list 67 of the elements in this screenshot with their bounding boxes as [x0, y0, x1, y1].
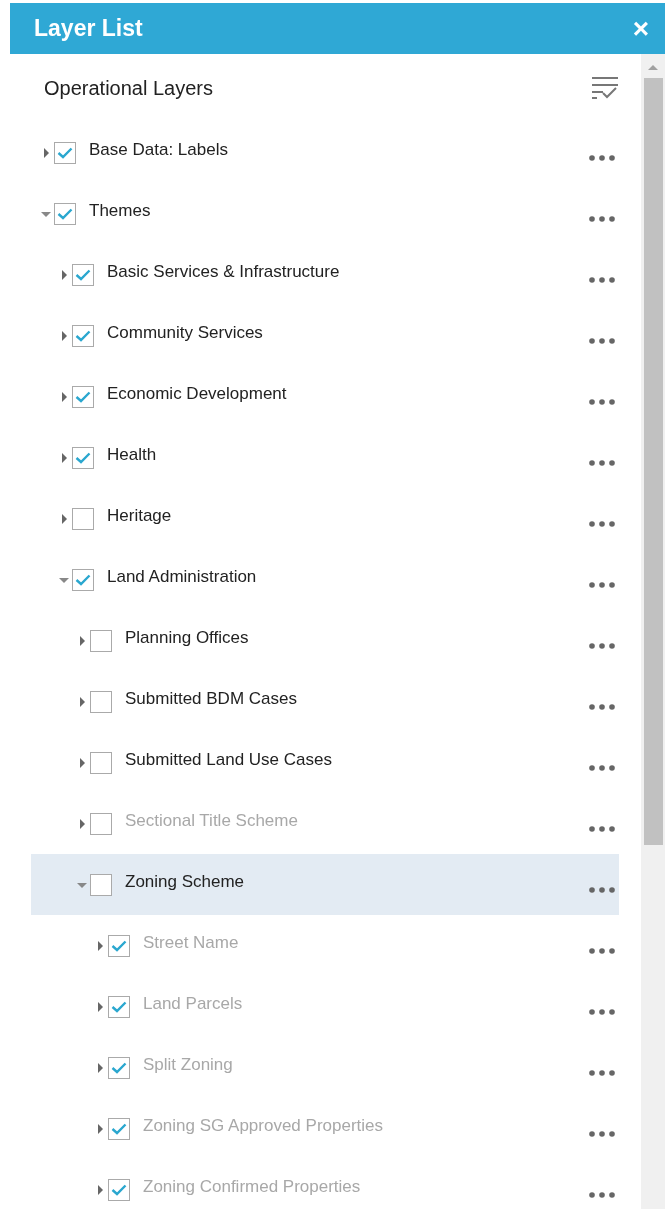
- layer-row[interactable]: Zoning Scheme: [31, 854, 619, 915]
- layer-checkbox[interactable]: [54, 202, 76, 225]
- expand-caret-icon[interactable]: [77, 757, 87, 768]
- layer-row[interactable]: Submitted Land Use Cases: [31, 732, 619, 793]
- layer-row[interactable]: Themes: [31, 183, 619, 244]
- layer-checkbox[interactable]: [72, 324, 94, 347]
- layer-name: Planning Offices: [125, 627, 249, 648]
- scrollbar-drawing[interactable]: [641, 54, 665, 1209]
- more-options-icon[interactable]: [589, 642, 615, 649]
- more-options-icon[interactable]: [589, 154, 615, 161]
- layer-name: Economic Development: [107, 383, 287, 404]
- layer-checkbox[interactable]: [90, 690, 112, 713]
- more-options-icon[interactable]: [589, 276, 615, 283]
- layer-checkbox[interactable]: [90, 629, 112, 652]
- layer-name: Split Zoning: [143, 1054, 233, 1075]
- layer-name: Submitted BDM Cases: [125, 688, 297, 709]
- more-options-icon[interactable]: [589, 581, 615, 588]
- layer-checkbox[interactable]: [72, 385, 94, 408]
- expand-caret-icon[interactable]: [77, 696, 87, 707]
- layer-name: Submitted Land Use Cases: [125, 749, 332, 770]
- section-heading: Operational Layers: [44, 76, 213, 100]
- more-options-icon[interactable]: [589, 886, 615, 893]
- filter-list-icon[interactable]: [591, 76, 619, 100]
- layer-name: Basic Services & Infrastructure: [107, 261, 340, 282]
- layer-row[interactable]: Economic Development: [31, 366, 619, 427]
- more-options-icon[interactable]: [589, 215, 615, 222]
- layer-name: Community Services: [107, 322, 263, 343]
- layer-name: Sectional Title Scheme: [125, 810, 298, 831]
- more-options-icon[interactable]: [589, 703, 615, 710]
- layer-row[interactable]: Submitted BDM Cases: [31, 671, 619, 732]
- expand-caret-icon[interactable]: [59, 513, 69, 524]
- layer-name: Zoning Scheme: [125, 871, 245, 892]
- layer-row[interactable]: Basic Services & Infrastructure: [31, 244, 619, 305]
- layer-name: Health: [107, 444, 157, 465]
- layer-name: Heritage: [107, 505, 172, 526]
- more-options-icon[interactable]: [589, 459, 615, 466]
- expand-caret-icon[interactable]: [59, 391, 69, 402]
- layer-name: Street Name: [143, 932, 239, 953]
- layer-name: Land Administration: [107, 566, 257, 587]
- layer-row[interactable]: Land Administration: [31, 549, 619, 610]
- more-options-icon[interactable]: [589, 520, 615, 527]
- layer-checkbox[interactable]: [90, 751, 112, 774]
- layer-row[interactable]: Base Data: Labels: [31, 122, 619, 183]
- more-options-icon[interactable]: [589, 764, 615, 771]
- layer-name: Land Parcels: [143, 993, 243, 1014]
- more-options-icon[interactable]: [589, 337, 615, 344]
- layer-name: Zoning SG Approved Properties: [143, 1115, 384, 1136]
- layer-row[interactable]: Heritage: [31, 488, 619, 549]
- expand-caret-icon[interactable]: [77, 635, 87, 646]
- expand-caret-icon[interactable]: [59, 330, 69, 341]
- layer-name: Base Data: Labels: [89, 139, 228, 160]
- layer-checkbox[interactable]: [72, 568, 94, 591]
- layer-row[interactable]: Community Services: [31, 305, 619, 366]
- expand-caret-icon[interactable]: [59, 452, 69, 463]
- layer-checkbox[interactable]: [72, 446, 94, 469]
- layer-checkbox[interactable]: [90, 873, 112, 896]
- layer-row[interactable]: Planning Offices: [31, 610, 619, 671]
- more-options-icon[interactable]: [589, 398, 615, 405]
- expand-caret-icon[interactable]: [59, 269, 69, 280]
- layer-row[interactable]: Health: [31, 427, 619, 488]
- layer-checkbox[interactable]: [72, 507, 94, 530]
- layer-name: Zoning Confirmed Properties: [143, 1176, 361, 1197]
- layer-checkbox[interactable]: [72, 263, 94, 286]
- panel-title: Layer List: [34, 15, 143, 42]
- layer-name: Themes: [89, 200, 151, 221]
- expand-caret-icon[interactable]: [41, 147, 51, 158]
- layer-checkbox[interactable]: [54, 141, 76, 164]
